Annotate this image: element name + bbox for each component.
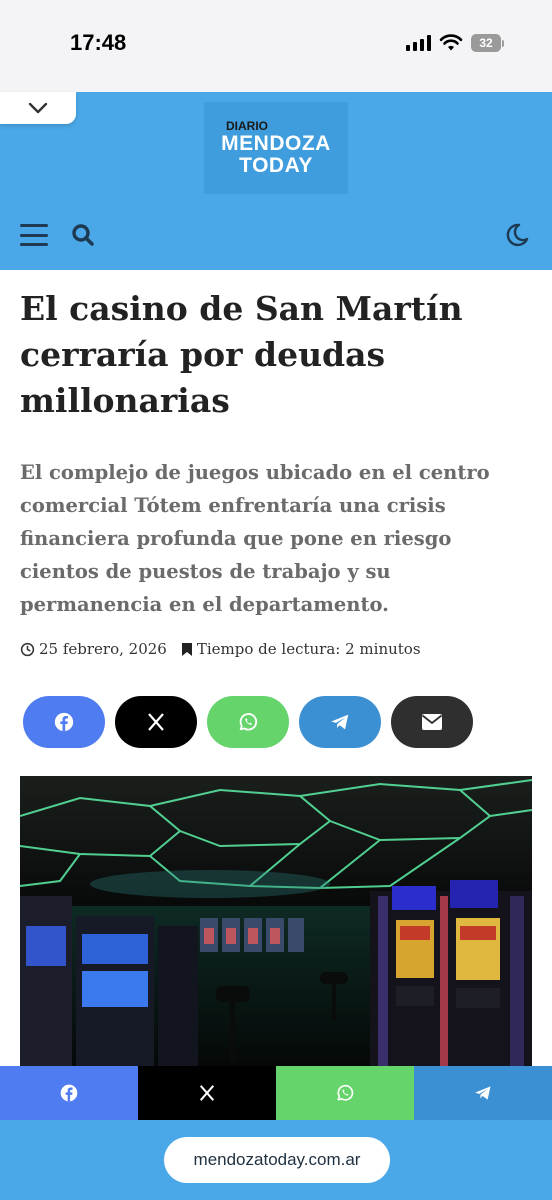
sticky-share-x[interactable] — [138, 1066, 276, 1120]
sticky-share-bar — [0, 1066, 552, 1120]
share-facebook-button[interactable] — [23, 696, 105, 748]
site-header: DIARIO MENDOZA TODAY — [0, 92, 552, 270]
header-toolbar — [0, 212, 552, 258]
status-time: 17:48 — [70, 30, 127, 55]
battery-icon: 32 — [471, 34, 504, 52]
article-title: El casino de San Martín cerraría por deu… — [20, 289, 463, 420]
x-icon — [148, 713, 164, 731]
article-date-text: 25 febrero, 2026 — [39, 640, 167, 658]
search-icon[interactable] — [70, 222, 96, 248]
email-icon — [421, 714, 443, 730]
share-telegram-button[interactable] — [299, 696, 381, 748]
share-whatsapp-button[interactable] — [207, 696, 289, 748]
logo-line2: MENDOZA — [221, 131, 331, 155]
logo-line1: DIARIO — [226, 118, 268, 133]
facebook-icon — [60, 1084, 78, 1102]
sticky-share-facebook[interactable] — [0, 1066, 138, 1120]
status-bar: 17:48 32 — [0, 0, 552, 92]
article-meta: 25 febrero, 2026 Tiempo de lectura: 2 mi… — [20, 638, 421, 660]
x-icon — [199, 1085, 215, 1101]
sticky-share-telegram[interactable] — [414, 1066, 552, 1120]
telegram-icon — [475, 1086, 491, 1100]
share-buttons — [23, 696, 473, 748]
bookmark-icon — [181, 642, 192, 656]
browser-url-bar[interactable]: mendozatoday.com.ar — [164, 1137, 390, 1183]
casino-photo — [20, 776, 532, 1066]
telegram-icon — [331, 714, 349, 730]
clock-icon — [20, 642, 35, 656]
logo-line3: TODAY — [239, 153, 313, 177]
article-reading-time: Tiempo de lectura: 2 minutos — [181, 640, 421, 658]
wifi-icon — [439, 34, 463, 51]
share-email-button[interactable] — [391, 696, 473, 748]
article-hero-image — [20, 776, 532, 1066]
moon-icon[interactable] — [504, 222, 530, 248]
article-subtitle: El complejo de juegos ubicado en el cent… — [20, 461, 490, 616]
site-logo[interactable]: DIARIO MENDOZA TODAY — [204, 102, 348, 194]
chevron-down-icon — [28, 102, 48, 114]
whatsapp-icon — [337, 1084, 354, 1101]
hamburger-menu-icon[interactable] — [20, 224, 48, 246]
collapse-header-button[interactable] — [0, 92, 76, 124]
article-date: 25 febrero, 2026 — [20, 640, 167, 658]
status-icons: 32 — [406, 34, 504, 52]
facebook-icon — [54, 712, 74, 732]
sticky-share-whatsapp[interactable] — [276, 1066, 414, 1120]
share-x-button[interactable] — [115, 696, 197, 748]
browser-bottom-bar: mendozatoday.com.ar — [0, 1120, 552, 1200]
reading-time-text: Tiempo de lectura: 2 minutos — [196, 640, 421, 658]
cellular-signal-icon — [406, 35, 431, 51]
battery-level: 32 — [471, 34, 501, 52]
whatsapp-icon — [239, 713, 258, 731]
